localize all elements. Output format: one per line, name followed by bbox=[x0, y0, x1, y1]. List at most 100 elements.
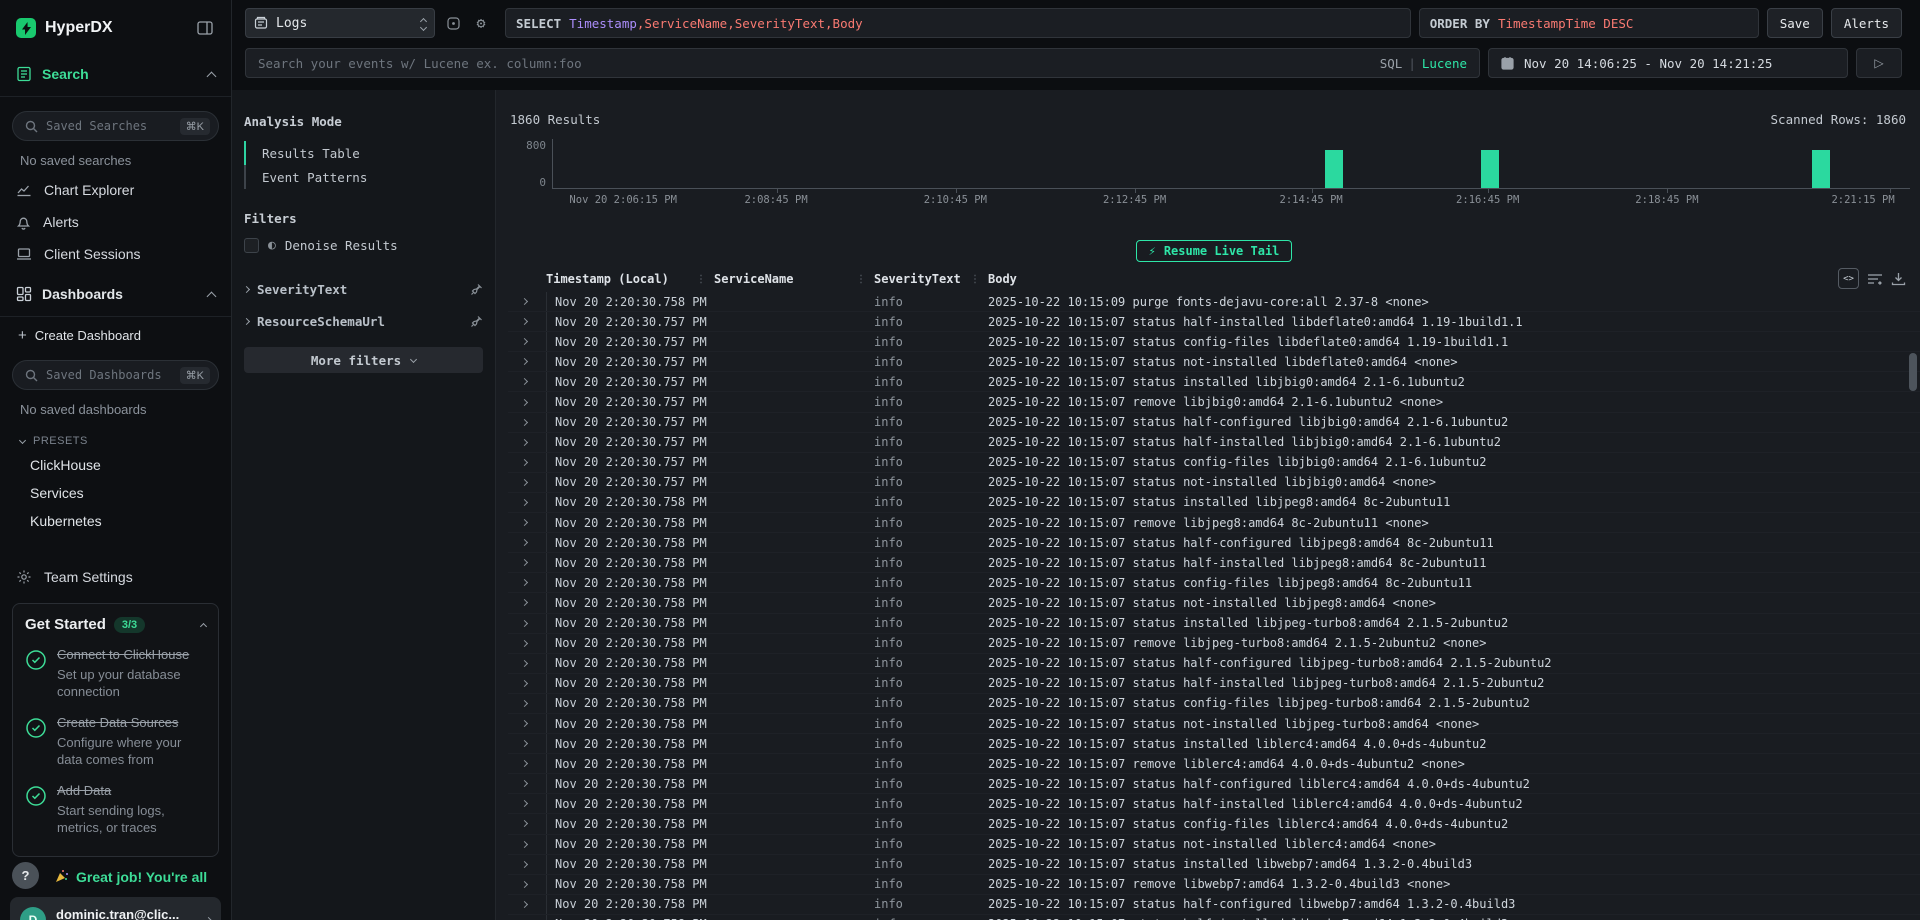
col-timestamp[interactable]: Timestamp (Local) bbox=[546, 272, 669, 286]
download-icon[interactable] bbox=[1891, 272, 1906, 286]
vertical-scrollbar[interactable] bbox=[1909, 353, 1917, 391]
chevron-up-icon[interactable] bbox=[200, 623, 207, 630]
table-row[interactable]: Nov 20 2:20:30.758 PMinfo2025-10-22 10:1… bbox=[508, 634, 1920, 654]
expand-row-icon[interactable] bbox=[508, 580, 546, 585]
denoise-results-toggle[interactable]: ◐ Denoise Results bbox=[244, 238, 483, 253]
filter-group-resourceschemaurl[interactable]: ResourceSchemaUrl bbox=[244, 305, 483, 337]
table-row[interactable]: Nov 20 2:20:30.758 PMinfo2025-10-22 10:1… bbox=[508, 915, 1920, 920]
expand-row-icon[interactable] bbox=[508, 440, 546, 445]
expand-row-icon[interactable] bbox=[508, 862, 546, 867]
pin-icon[interactable] bbox=[470, 315, 483, 328]
table-row[interactable]: Nov 20 2:20:30.758 PMinfo2025-10-22 10:1… bbox=[508, 593, 1920, 613]
sidebar-item-alerts[interactable]: Alerts bbox=[0, 206, 231, 238]
order-by-input[interactable]: ORDER BY TimestampTime DESC bbox=[1419, 8, 1759, 38]
table-row[interactable]: Nov 20 2:20:30.758 PMinfo2025-10-22 10:1… bbox=[508, 573, 1920, 593]
expand-row-icon[interactable] bbox=[508, 781, 546, 786]
create-dashboard-button[interactable]: + Create Dashboard bbox=[0, 317, 231, 346]
expand-row-icon[interactable] bbox=[508, 460, 546, 465]
source-select[interactable]: Logs bbox=[245, 8, 435, 38]
table-row[interactable]: Nov 20 2:20:30.757 PMinfo2025-10-22 10:1… bbox=[508, 352, 1920, 372]
denoise-checkbox[interactable] bbox=[244, 238, 259, 253]
expand-row-icon[interactable] bbox=[508, 359, 546, 364]
mode-event-patterns[interactable]: Event Patterns bbox=[244, 165, 483, 189]
table-row[interactable]: Nov 20 2:20:30.758 PMinfo2025-10-22 10:1… bbox=[508, 654, 1920, 674]
col-severitytext[interactable]: SeverityText bbox=[874, 272, 961, 286]
expand-row-icon[interactable] bbox=[508, 319, 546, 324]
expand-row-icon[interactable] bbox=[508, 701, 546, 706]
preset-kubernetes[interactable]: Kubernetes bbox=[0, 507, 231, 535]
alerts-button[interactable]: Alerts bbox=[1831, 8, 1902, 38]
table-row[interactable]: Nov 20 2:20:30.758 PMinfo2025-10-22 10:1… bbox=[508, 754, 1920, 774]
table-row[interactable]: Nov 20 2:20:30.758 PMinfo2025-10-22 10:1… bbox=[508, 553, 1920, 573]
table-row[interactable]: Nov 20 2:20:30.758 PMinfo2025-10-22 10:1… bbox=[508, 714, 1920, 734]
expand-row-icon[interactable] bbox=[508, 600, 546, 605]
expand-row-icon[interactable] bbox=[508, 339, 546, 344]
histogram-bar[interactable] bbox=[1812, 150, 1830, 188]
expand-row-icon[interactable] bbox=[508, 540, 546, 545]
sidebar-section-dashboards[interactable]: Dashboards bbox=[0, 272, 231, 317]
table-row[interactable]: Nov 20 2:20:30.758 PMinfo2025-10-22 10:1… bbox=[508, 513, 1920, 533]
filter-group-severitytext[interactable]: SeverityText bbox=[244, 273, 483, 305]
expand-row-icon[interactable] bbox=[508, 299, 546, 304]
table-row[interactable]: Nov 20 2:20:30.758 PMinfo2025-10-22 10:1… bbox=[508, 614, 1920, 634]
histogram-bar[interactable] bbox=[1481, 150, 1499, 188]
chevron-up-icon[interactable] bbox=[207, 291, 217, 301]
expand-row-icon[interactable] bbox=[508, 520, 546, 525]
table-row[interactable]: Nov 20 2:20:30.757 PMinfo2025-10-22 10:1… bbox=[508, 453, 1920, 473]
table-row[interactable]: Nov 20 2:20:30.758 PMinfo2025-10-22 10:1… bbox=[508, 292, 1920, 312]
preset-services[interactable]: Services bbox=[0, 479, 231, 507]
expand-row-icon[interactable] bbox=[508, 801, 546, 806]
table-row[interactable]: Nov 20 2:20:30.757 PMinfo2025-10-22 10:1… bbox=[508, 372, 1920, 392]
chevron-up-icon[interactable] bbox=[207, 71, 217, 81]
table-row[interactable]: Nov 20 2:20:30.758 PMinfo2025-10-22 10:1… bbox=[508, 895, 1920, 915]
expand-row-icon[interactable] bbox=[508, 721, 546, 726]
resume-live-tail-button[interactable]: ⚡ Resume Live Tail bbox=[1136, 240, 1293, 262]
table-row[interactable]: Nov 20 2:20:30.757 PMinfo2025-10-22 10:1… bbox=[508, 332, 1920, 352]
pin-icon[interactable] bbox=[470, 283, 483, 296]
select-clause-input[interactable]: SELECT Timestamp,ServiceName,SeverityTex… bbox=[505, 8, 1411, 38]
sidebar-section-search[interactable]: Search bbox=[0, 52, 231, 97]
expand-row-icon[interactable] bbox=[508, 400, 546, 405]
expand-row-icon[interactable] bbox=[508, 761, 546, 766]
histogram-bar[interactable] bbox=[1325, 150, 1343, 188]
sidebar-item-client-sessions[interactable]: Client Sessions bbox=[0, 238, 231, 270]
col-body[interactable]: Body bbox=[988, 272, 1017, 286]
expand-row-icon[interactable] bbox=[508, 379, 546, 384]
expand-row-icon[interactable] bbox=[508, 420, 546, 425]
saved-searches-input[interactable]: Saved Searches ⌘K bbox=[12, 111, 219, 141]
table-row[interactable]: Nov 20 2:20:30.757 PMinfo2025-10-22 10:1… bbox=[508, 413, 1920, 433]
more-filters-button[interactable]: More filters bbox=[244, 347, 483, 373]
user-menu[interactable]: D dominic.tran@clic... dominic.tran@clic… bbox=[10, 897, 221, 920]
table-row[interactable]: Nov 20 2:20:30.758 PMinfo2025-10-22 10:1… bbox=[508, 734, 1920, 754]
lucene-mode-toggle[interactable]: Lucene bbox=[1422, 56, 1467, 71]
event-search-input[interactable]: Search your events w/ Lucene ex. column:… bbox=[245, 48, 1480, 78]
expand-row-icon[interactable] bbox=[508, 621, 546, 626]
expand-row-icon[interactable] bbox=[508, 480, 546, 485]
table-row[interactable]: Nov 20 2:20:30.758 PMinfo2025-10-22 10:1… bbox=[508, 875, 1920, 895]
table-row[interactable]: Nov 20 2:20:30.758 PMinfo2025-10-22 10:1… bbox=[508, 533, 1920, 553]
mode-results-table[interactable]: Results Table bbox=[244, 141, 483, 165]
help-button[interactable]: ? bbox=[12, 862, 39, 889]
expand-row-icon[interactable] bbox=[508, 560, 546, 565]
table-row[interactable]: Nov 20 2:20:30.758 PMinfo2025-10-22 10:1… bbox=[508, 855, 1920, 875]
save-button[interactable]: Save bbox=[1767, 8, 1823, 38]
expand-row-icon[interactable] bbox=[508, 741, 546, 746]
sql-mode-toggle[interactable]: SQL bbox=[1380, 56, 1403, 71]
settings-gear-icon[interactable]: ⚙ bbox=[471, 13, 491, 33]
expand-row-icon[interactable] bbox=[508, 882, 546, 887]
wrap-lines-icon[interactable] bbox=[1867, 272, 1883, 286]
focus-mode-icon[interactable] bbox=[443, 13, 463, 33]
table-row[interactable]: Nov 20 2:20:30.757 PMinfo2025-10-22 10:1… bbox=[508, 392, 1920, 412]
table-row[interactable]: Nov 20 2:20:30.758 PMinfo2025-10-22 10:1… bbox=[508, 774, 1920, 794]
column-config-icon[interactable]: <> bbox=[1838, 268, 1859, 289]
table-row[interactable]: Nov 20 2:20:30.757 PMinfo2025-10-22 10:1… bbox=[508, 473, 1920, 493]
expand-row-icon[interactable] bbox=[508, 821, 546, 826]
col-servicename[interactable]: ServiceName bbox=[714, 272, 793, 286]
table-row[interactable]: Nov 20 2:20:30.758 PMinfo2025-10-22 10:1… bbox=[508, 835, 1920, 855]
chart-plot-area[interactable] bbox=[552, 139, 1910, 189]
sidebar-item-chart-explorer[interactable]: Chart Explorer bbox=[0, 174, 231, 206]
saved-dashboards-input[interactable]: Saved Dashboards ⌘K bbox=[12, 360, 219, 390]
table-row[interactable]: Nov 20 2:20:30.758 PMinfo2025-10-22 10:1… bbox=[508, 694, 1920, 714]
expand-row-icon[interactable] bbox=[508, 641, 546, 646]
table-row[interactable]: Nov 20 2:20:30.758 PMinfo2025-10-22 10:1… bbox=[508, 814, 1920, 834]
